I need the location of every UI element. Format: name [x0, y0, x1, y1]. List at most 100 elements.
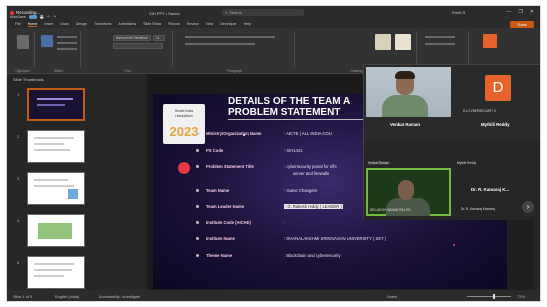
- row-label: PS Code: [206, 148, 224, 153]
- participant-hair: [395, 71, 415, 79]
- tab-file[interactable]: File: [15, 22, 21, 26]
- zoom-level[interactable]: 72%: [517, 295, 525, 299]
- row-value: : SIH1441: [284, 148, 303, 153]
- next-page-button[interactable]: ›: [522, 201, 534, 213]
- row-label: Ministry/Organization Name: [206, 131, 262, 136]
- user-name[interactable]: Rohit R: [452, 10, 465, 15]
- section-button[interactable]: [57, 48, 77, 50]
- bullet-icon: [196, 149, 199, 152]
- tab-draw[interactable]: Draw: [60, 22, 68, 26]
- slide-thumbnail-2[interactable]: [27, 130, 85, 163]
- tab-view[interactable]: View: [206, 22, 214, 26]
- participant-figure: [382, 95, 428, 117]
- autosave-label: AutoSave: [10, 15, 26, 19]
- tab-help[interactable]: Help: [244, 22, 251, 26]
- share-button[interactable]: Share: [510, 21, 534, 28]
- thumbnail-number: 5: [17, 260, 20, 265]
- participant-subtitle: Dr. R. Kamaraj Kamaraj: [461, 207, 495, 211]
- slide-thumbnail-3[interactable]: [27, 172, 85, 205]
- save-icon[interactable]: 💾: [40, 15, 44, 19]
- find-button[interactable]: [425, 36, 455, 38]
- replace-button[interactable]: [425, 43, 455, 45]
- tab-slide-show[interactable]: Slide Show: [143, 22, 161, 26]
- bullet-icon: [196, 165, 199, 168]
- row-label: Team Name: [206, 188, 230, 193]
- tab-record[interactable]: Record: [168, 22, 180, 26]
- tab-developer[interactable]: Developer: [220, 22, 236, 26]
- row-label: Institute Name: [206, 236, 235, 241]
- paste-icon[interactable]: [17, 35, 29, 49]
- language-status[interactable]: English (India): [55, 295, 79, 299]
- participant-caption: Mythili Reddy: [457, 161, 477, 165]
- video-call-panel: Venkat Raman D D1-CYBERSECURIT II Mythil…: [363, 64, 540, 220]
- clipboard-group-label: Clipboard: [15, 69, 30, 73]
- notes-button[interactable]: Notes: [387, 295, 397, 299]
- bullet-icon: [196, 254, 199, 257]
- participant-tile-venkat[interactable]: Venkat Raman: [364, 65, 453, 141]
- zoom-slider-thumb[interactable]: [493, 294, 495, 299]
- new-slide-icon[interactable]: [41, 35, 53, 47]
- record-dot-icon: [10, 10, 14, 15]
- font-size-select[interactable]: 11: [153, 35, 165, 41]
- app-window: Recording... AutoSave 💾 ↶ ↷ SIH PPT • Sa…: [6, 5, 541, 302]
- paragraph-row-2[interactable]: [185, 43, 255, 45]
- file-name: SIH PPT • Saved: [149, 11, 180, 16]
- row-value: : Blockchain and cybersecurity: [284, 253, 341, 258]
- participant-name: Venkat Raman: [390, 122, 421, 127]
- addins-group: Add-ins: [471, 31, 511, 73]
- reset-button[interactable]: [57, 42, 77, 44]
- editing-group: Editing: [419, 31, 469, 73]
- hackathon-logo: Smart India Hackathon 2023: [163, 104, 205, 144]
- autosave-toggle[interactable]: [28, 15, 37, 19]
- minimize-button[interactable]: —: [506, 9, 511, 15]
- search-box[interactable]: ⌕ Search: [222, 9, 304, 16]
- undo-icon[interactable]: ↶: [47, 15, 50, 19]
- paragraph-row-1[interactable]: [185, 36, 275, 38]
- participant-tile-speaker[interactable]: Venkat Raman DR.LAKSH MANAN RAJ ER: [364, 141, 453, 220]
- accessibility-status[interactable]: Accessibility: Investigate: [99, 295, 140, 299]
- logo-line-2: Hackathon: [175, 114, 193, 118]
- participant-name: Mythili Reddy: [481, 122, 510, 127]
- tab-animations[interactable]: Animations: [118, 22, 136, 26]
- drawing-group: Drawing: [297, 31, 417, 73]
- bullet-icon: [196, 237, 199, 240]
- maximize-button[interactable]: ❐: [518, 9, 522, 15]
- redo-icon[interactable]: ↷: [53, 15, 56, 19]
- font-format-row[interactable]: [113, 43, 163, 49]
- close-button[interactable]: ✕: [530, 9, 534, 15]
- tab-insert[interactable]: Insert: [44, 22, 53, 26]
- bullet-icon: [196, 205, 199, 208]
- ribbon-tabs: File Home Insert Draw Design Transitions…: [7, 20, 540, 28]
- bullet-icon: [196, 189, 199, 192]
- speaker-figure: [386, 198, 430, 216]
- row-label: Theme Name: [206, 253, 233, 258]
- slide-thumbnail-5[interactable]: [27, 256, 85, 289]
- participant-subtitle: D1-CYBERSECURIT II: [463, 109, 496, 113]
- row-label: Institute Code (AICHE): [206, 220, 251, 225]
- speaker-face: [398, 180, 414, 200]
- tab-review[interactable]: Review: [187, 22, 199, 26]
- sparkle: [453, 244, 455, 246]
- avatar: D: [485, 75, 511, 101]
- slide-thumbnail-1[interactable]: [27, 88, 85, 121]
- row-value: : DHANALAKSHMI SRINIVASAN UNIVERSITY ( S…: [284, 236, 387, 241]
- slide-thumbnail-4[interactable]: [27, 214, 85, 247]
- zoom-slider[interactable]: [467, 296, 511, 297]
- participant-tile-mythili[interactable]: D D1-CYBERSECURIT II Mythili Reddy: [453, 65, 540, 141]
- tab-design[interactable]: Design: [76, 22, 87, 26]
- shapes-icon[interactable]: [375, 34, 391, 50]
- tab-transitions[interactable]: Transitions: [94, 22, 111, 26]
- tab-home[interactable]: Home: [27, 22, 38, 27]
- font-group: Bahnschrift SemiBold 11 Font: [83, 31, 173, 73]
- speaker-name: DR.LAKSH MANAN RAJ ER: [370, 208, 411, 212]
- quick-styles-icon[interactable]: [395, 34, 411, 50]
- addins-icon[interactable]: [483, 34, 497, 48]
- paragraph-group-label: Paragraph: [226, 69, 243, 73]
- slide-count: Slide 1 of 5: [13, 295, 32, 299]
- font-name-select[interactable]: Bahnschrift SemiBold: [113, 35, 151, 41]
- title-underline: [228, 119, 378, 120]
- thumbnail-number: 3: [17, 176, 20, 181]
- participant-caption: Venkat Raman: [367, 161, 390, 165]
- thumbnail-pane-title: Slide Thumbnails: [13, 77, 44, 82]
- layout-button[interactable]: [57, 36, 77, 38]
